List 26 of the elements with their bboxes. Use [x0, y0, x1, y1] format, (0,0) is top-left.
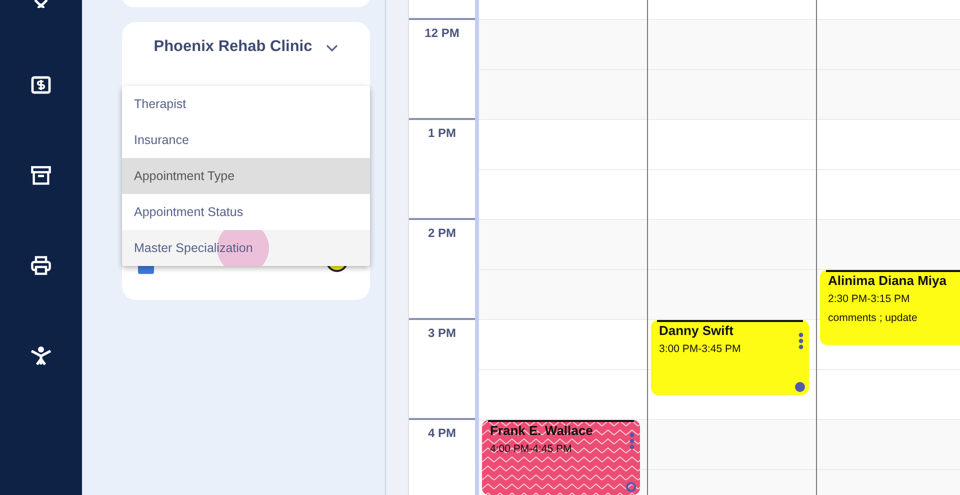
time-label: 2 PM — [428, 226, 456, 242]
printer-icon[interactable] — [31, 256, 51, 274]
time-label: 12 PM — [424, 26, 460, 42]
menu-item[interactable]: Insurance — [122, 122, 370, 158]
appointment-card[interactable]: Alinima Diana Miya 2:30 PM-3:15 PM comments ; update — [820, 270, 960, 345]
time-label: 1 PM — [428, 126, 456, 142]
more-icon[interactable] — [798, 332, 804, 350]
time-label: 4 PM — [428, 426, 456, 442]
money-icon[interactable] — [31, 76, 51, 94]
appointment-time: 2:30 PM-3:15 PM — [828, 293, 911, 305]
chevron-down-icon — [326, 44, 338, 52]
menu-item[interactable]: Appointment Status — [122, 194, 370, 230]
clinic-selector[interactable]: Phoenix Rehab Clinic — [122, 22, 370, 74]
appointment-time: 3:00 PM-3:45 PM — [659, 343, 742, 355]
menu-item[interactable]: Appointment Type — [122, 158, 370, 194]
person-icon[interactable] — [30, 346, 52, 364]
archive-icon[interactable] — [31, 166, 51, 184]
patient-name: Danny Swift — [659, 323, 734, 338]
more-icon[interactable] — [629, 432, 635, 450]
menu-item[interactable]: Therapist — [122, 86, 370, 122]
patient-name: Alinima Diana Miya — [828, 273, 948, 288]
menu-item[interactable]: Master Specialization — [122, 230, 370, 266]
cross-icon[interactable] — [33, 0, 49, 8]
appointment-card[interactable]: Danny Swift 3:00 PM-3:45 PM — [651, 320, 809, 395]
time-label: 3 PM — [428, 326, 456, 342]
appointment-comment: comments ; update — [828, 312, 918, 324]
